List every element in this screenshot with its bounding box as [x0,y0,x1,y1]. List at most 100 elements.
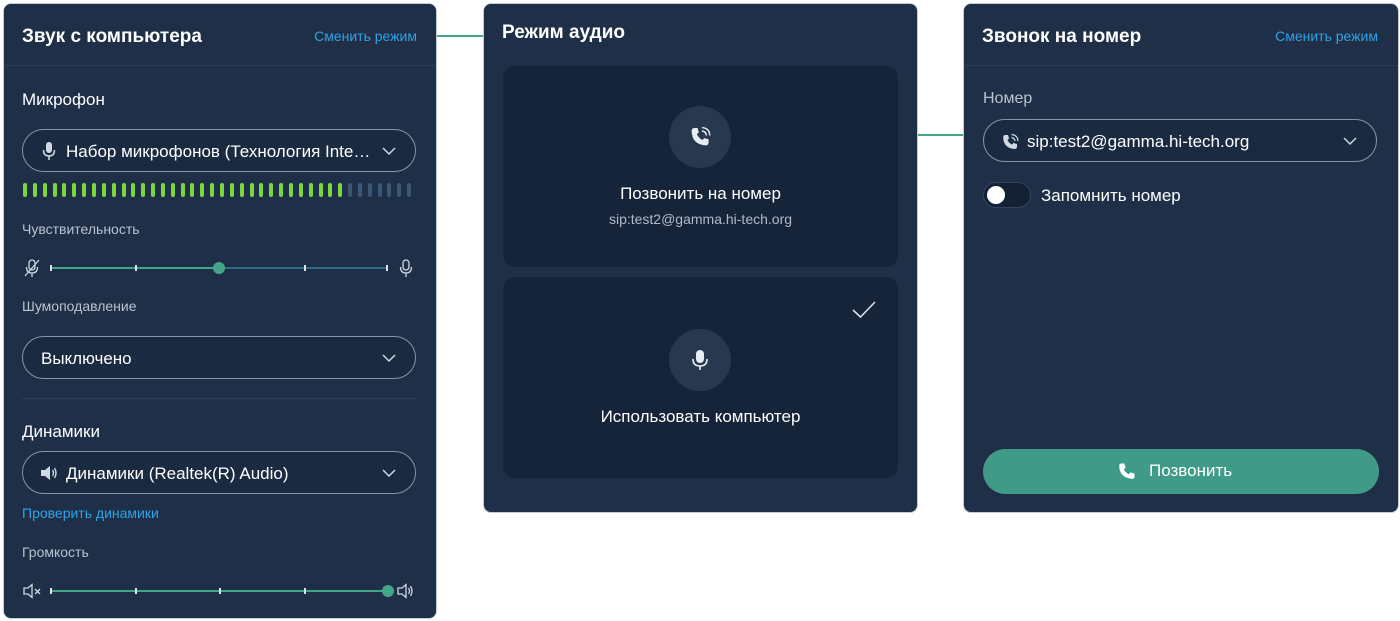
slider-tick [219,588,221,594]
phone-icon [1119,463,1135,479]
speakers-section-label: Динамики [22,422,100,441]
chevron-down-icon [382,469,396,478]
level-segment [220,183,224,197]
level-segment [52,183,57,197]
level-segment [32,183,37,197]
level-segment [348,183,353,197]
use-computer-option-title: Использовать компьютер [600,407,801,426]
microphone-icon [399,259,413,277]
sensitivity-slider[interactable] [22,257,416,279]
toggle-knob [987,186,1005,204]
level-segment [249,183,254,197]
remember-number-toggle[interactable] [983,182,1031,208]
slider-tick [50,588,52,594]
level-segment [141,183,146,197]
call-button[interactable]: Позвонить [983,449,1379,494]
level-segment [318,183,323,197]
slider-tick [134,265,137,271]
level-segment [151,183,156,197]
slider-tick [50,265,52,271]
level-segment [397,183,402,197]
number-select-value: sip:test2@gamma.hi-tech.org [1027,132,1250,151]
level-segment [259,183,264,197]
speaker-icon [41,466,57,480]
level-segment [229,183,234,197]
speaker-mute-icon [23,583,41,599]
computer-audio-panel: Звук с компьютера Сменить режим Микрофон… [3,3,437,619]
level-segment [239,183,244,197]
level-segment [338,183,343,197]
level-segment [407,183,412,197]
microphone-select[interactable]: Набор микрофонов (Технология Intel® Smar… [22,129,416,172]
icon-circle [669,329,731,391]
chevron-down-icon [382,354,396,363]
level-segment [180,183,185,197]
microphone-section-label: Микрофон [22,90,105,109]
sensitivity-label: Чувствительность [22,221,140,237]
volume-label: Громкость [22,544,89,560]
speakers-select[interactable]: Динамики (Realtek(R) Audio) [22,451,416,494]
level-segment [101,183,106,197]
sensitivity-track [50,262,388,274]
slider-tick [134,588,137,594]
microphone-icon [692,350,708,370]
level-segment [23,183,27,197]
level-segment [190,183,195,197]
level-segment [111,183,116,197]
level-segment [328,183,333,197]
call-number-option-title: Позвонить на номер [620,184,781,203]
number-select[interactable]: sip:test2@gamma.hi-tech.org [983,119,1377,162]
change-mode-link[interactable]: Сменить режим [314,28,417,44]
panel-title: Режим аудио [502,22,626,43]
level-segment [269,183,274,197]
noise-suppression-value: Выключено [41,349,132,368]
volume-slider[interactable] [22,580,416,602]
level-segment [357,183,362,197]
slider-tick [303,588,306,594]
level-segment [308,183,313,197]
slider-tick [386,265,388,271]
microphone-muted-icon [24,259,40,277]
noise-suppression-select[interactable]: Выключено [22,336,416,379]
level-segment [91,183,96,197]
panel-title: Звук с компьютера [22,26,202,47]
level-segment [210,183,215,197]
section-divider [22,398,416,399]
level-segment [72,183,77,197]
volume-track [50,585,394,597]
call-button-label: Позвонить [1149,461,1233,480]
speakers-select-value: Динамики (Realtek(R) Audio) [66,464,289,483]
microphone-level-meter [22,183,416,197]
panel-header: Звонок на номер Сменить режим [964,4,1398,66]
level-segment [377,183,382,197]
phone-call-panel: Звонок на номер Сменить режим Номер sip:… [963,3,1399,513]
change-mode-link[interactable]: Сменить режим [1275,28,1378,44]
use-computer-option[interactable]: Использовать компьютер [503,277,898,478]
test-speakers-link[interactable]: Проверить динамики [22,505,159,521]
phone-call-icon [691,126,711,146]
panel-title: Звонок на номер [982,26,1142,47]
level-segment [170,183,175,197]
level-segment [200,183,205,197]
level-segment [279,183,284,197]
call-number-option[interactable]: Позвонить на номер sip:test2@gamma.hi-te… [503,66,898,267]
level-segment [131,183,136,197]
level-segment [62,183,67,197]
audio-mode-panel: Режим аудио Позвонить на номер sip:test2… [483,3,918,513]
level-segment [160,183,165,197]
microphone-icon [42,142,56,160]
level-segment [288,183,293,197]
level-segment [367,183,372,197]
remember-number-label: Запомнить номер [1041,186,1181,205]
speaker-loud-icon [397,583,413,599]
volume-thumb[interactable] [382,585,394,597]
number-label: Номер [983,90,1033,107]
sensitivity-thumb[interactable] [213,262,225,274]
icon-circle [669,106,731,168]
level-segment [82,183,87,197]
slider-tick [303,265,306,271]
chevron-down-icon [1343,137,1357,146]
level-segment [387,183,392,197]
call-number-option-subtitle: sip:test2@gamma.hi-tech.org [608,211,793,227]
chevron-down-icon [382,147,396,156]
